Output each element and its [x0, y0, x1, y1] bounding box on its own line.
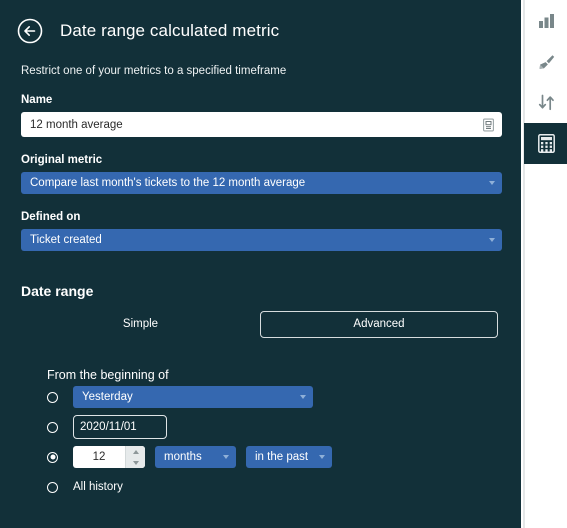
name-label: Name [21, 94, 53, 106]
translation-icon[interactable] [483, 118, 494, 131]
chevron-down-icon [300, 395, 306, 399]
rail-item-sort[interactable] [524, 82, 567, 123]
radio-all-history[interactable] [47, 481, 58, 493]
stepper-buttons [125, 446, 145, 468]
sort-arrows-icon [538, 94, 554, 111]
preset-select[interactable]: Yesterday [73, 386, 313, 408]
chevron-down-icon [319, 455, 325, 459]
bar-chart-icon [538, 13, 554, 28]
option-row-relative: months in the past [47, 442, 521, 472]
back-arrow-circle-glyph [17, 18, 43, 44]
name-input-wrapper[interactable] [21, 112, 502, 137]
date-range-mode-toggle: Simple Advanced [21, 311, 502, 338]
metric-editor-panel: Date range calculated metric Restrict on… [0, 0, 521, 528]
option-row-specific-date [47, 412, 521, 442]
name-input[interactable] [21, 112, 502, 137]
direction-select[interactable]: in the past [246, 446, 332, 468]
radio-specific-date[interactable] [47, 421, 58, 433]
name-field-group: Name [21, 94, 521, 137]
rail-item-bar-chart[interactable] [524, 0, 567, 41]
unit-value: months [164, 451, 202, 463]
amount-input[interactable] [73, 446, 125, 468]
calculator-icon [537, 134, 555, 153]
amount-stepper[interactable] [73, 446, 145, 468]
specific-date-input-wrapper[interactable] [73, 415, 167, 439]
option-row-all-history: All history [47, 472, 521, 502]
direction-value: in the past [255, 451, 309, 463]
original-metric-value: Compare last month's tickets to the 12 m… [30, 177, 306, 189]
defined-on-group: Defined on Ticket created [21, 211, 521, 251]
original-metric-select[interactable]: Compare last month's tickets to the 12 m… [21, 172, 502, 194]
page-header: Date range calculated metric [0, 0, 521, 45]
from-the-beginning-of-label: From the beginning of [47, 368, 169, 382]
chevron-down-icon [223, 455, 229, 459]
rail-item-calculator[interactable] [524, 123, 567, 164]
page-subtitle: Restrict one of your metrics to a specif… [21, 65, 287, 77]
rail-item-paint-brush[interactable] [524, 41, 567, 82]
original-metric-label: Original metric [21, 154, 103, 166]
defined-on-select[interactable]: Ticket created [21, 229, 502, 251]
stepper-decrement-icon[interactable] [126, 457, 145, 468]
translation-glyph [483, 118, 494, 131]
defined-on-label: Defined on [21, 211, 81, 223]
right-icon-rail [523, 0, 567, 528]
unit-select[interactable]: months [155, 446, 236, 468]
original-metric-group: Original metric Compare last month's tic… [21, 154, 521, 194]
tab-simple[interactable]: Simple [21, 312, 260, 337]
preset-value: Yesterday [82, 391, 133, 403]
back-arrow-circle-icon[interactable] [16, 17, 44, 45]
radio-preset[interactable] [47, 391, 58, 403]
radio-relative[interactable] [47, 451, 58, 463]
defined-on-value: Ticket created [30, 234, 102, 246]
specific-date-input[interactable] [74, 421, 166, 433]
tab-advanced[interactable]: Advanced [260, 311, 498, 338]
page-title: Date range calculated metric [60, 21, 280, 40]
stepper-increment-icon[interactable] [126, 446, 145, 457]
option-row-preset: Yesterday [47, 382, 521, 412]
date-range-heading: Date range [21, 283, 94, 299]
chevron-down-icon [489, 238, 495, 242]
paint-brush-icon [539, 54, 555, 69]
chevron-down-icon [489, 181, 495, 185]
all-history-label: All history [73, 481, 123, 493]
